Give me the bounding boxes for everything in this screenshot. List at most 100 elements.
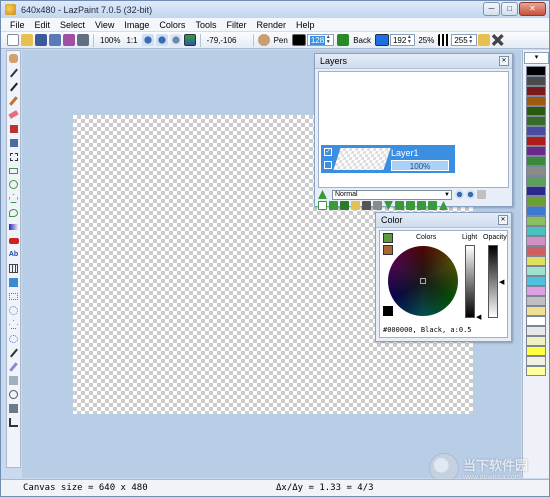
- color-swap-icon[interactable]: [383, 245, 393, 255]
- lightness-pointer-icon[interactable]: ◀: [476, 313, 481, 321]
- layer-list[interactable]: ✓ Layer1 100%: [318, 71, 509, 188]
- import-image-icon[interactable]: [63, 34, 75, 46]
- palette-swatch[interactable]: [526, 296, 546, 306]
- palette-swatch[interactable]: [526, 196, 546, 206]
- menu-colors[interactable]: Colors: [154, 20, 190, 30]
- palette-swatch[interactable]: [526, 336, 546, 346]
- back-alpha-spinner[interactable]: 192 ▲ ▼: [389, 34, 416, 46]
- menu-tools[interactable]: Tools: [190, 20, 221, 30]
- import-layer-icon[interactable]: [351, 201, 360, 210]
- layer-visibility-checkbox[interactable]: ✓: [324, 148, 332, 156]
- current-color-swatch[interactable]: [383, 306, 393, 316]
- menu-image[interactable]: Image: [119, 20, 154, 30]
- layer-rotate-icon[interactable]: [417, 201, 426, 210]
- color-wheel[interactable]: [388, 246, 458, 316]
- duplicate-layer-icon[interactable]: [329, 201, 338, 210]
- palette-swatch[interactable]: [526, 176, 546, 186]
- rotate-selection-icon[interactable]: [7, 388, 20, 401]
- hand-tool-icon[interactable]: [257, 34, 270, 46]
- pen-icon[interactable]: [7, 80, 20, 93]
- palette-swatch[interactable]: [526, 276, 546, 286]
- magic-wand-icon[interactable]: [7, 346, 20, 359]
- pen-alpha-spinner[interactable]: 128 ▲ ▼: [306, 34, 335, 46]
- deformation-grid-icon[interactable]: [7, 262, 20, 275]
- palette-swatch[interactable]: [526, 116, 546, 126]
- spinner-arrows-icon[interactable]: ▲ ▼: [406, 35, 412, 45]
- pattern-icon[interactable]: [438, 34, 451, 46]
- export-icon[interactable]: [77, 34, 89, 46]
- palette-swatch[interactable]: [526, 356, 546, 366]
- palette-swatch[interactable]: [526, 316, 546, 326]
- zoom-in-icon[interactable]: [141, 34, 154, 46]
- hand-icon[interactable]: [7, 52, 20, 65]
- menu-filter[interactable]: Filter: [221, 20, 251, 30]
- layer-opacity-bar[interactable]: 100%: [391, 160, 449, 171]
- menu-help[interactable]: Help: [291, 20, 320, 30]
- layer-resize-icon[interactable]: [428, 201, 437, 210]
- close-button[interactable]: ✕: [519, 2, 546, 16]
- zoom-out-icon[interactable]: [155, 34, 168, 46]
- merge-layer-icon[interactable]: [340, 201, 349, 210]
- flip-vertical-icon[interactable]: [406, 201, 415, 210]
- palette-swatch[interactable]: [526, 266, 546, 276]
- opacity-slider[interactable]: [488, 245, 498, 318]
- minimize-button[interactable]: ─: [483, 2, 500, 16]
- palette-swatch[interactable]: [526, 206, 546, 216]
- trash-icon[interactable]: [477, 190, 486, 199]
- palette-swatch[interactable]: [526, 136, 546, 146]
- new-layer-icon[interactable]: [318, 201, 327, 210]
- layer-zoom-in-icon[interactable]: [466, 190, 475, 199]
- select-spline-icon[interactable]: [7, 332, 20, 345]
- palette-swatch[interactable]: [526, 306, 546, 316]
- opacity-pointer-icon[interactable]: ◀: [499, 278, 504, 286]
- spinner-arrows-icon[interactable]: ▲ ▼: [468, 35, 474, 45]
- palette-swatch[interactable]: [526, 286, 546, 296]
- menu-select[interactable]: Select: [55, 20, 90, 30]
- save-as-icon[interactable]: [49, 34, 61, 46]
- maximize-button[interactable]: □: [501, 2, 518, 16]
- deselect-icon[interactable]: [7, 402, 20, 415]
- layer-zoom-out-icon[interactable]: [455, 190, 464, 199]
- color-close-icon[interactable]: ✕: [498, 215, 508, 225]
- save-icon[interactable]: [35, 34, 47, 46]
- swap-colors-icon[interactable]: [337, 34, 350, 46]
- opacity-spinner[interactable]: 255 ▲ ▼: [451, 34, 477, 46]
- blend-triangle-icon[interactable]: [318, 190, 327, 199]
- layers-close-icon[interactable]: ✕: [499, 56, 509, 66]
- polygon-icon[interactable]: [7, 192, 20, 205]
- brush-icon[interactable]: [7, 94, 20, 107]
- palette-swatch[interactable]: [526, 226, 546, 236]
- select-pen-icon[interactable]: [7, 150, 20, 163]
- color-wheel-cursor[interactable]: [420, 278, 426, 284]
- clone-icon[interactable]: [7, 136, 20, 149]
- palette-swatch[interactable]: [526, 186, 546, 196]
- palette-swatch[interactable]: [526, 166, 546, 176]
- move-up-icon[interactable]: [439, 201, 448, 210]
- select-pen-tool-icon[interactable]: [7, 360, 20, 373]
- grid-icon[interactable]: [183, 34, 196, 46]
- palette-swatch[interactable]: [526, 246, 546, 256]
- color-palette-icon[interactable]: [383, 233, 393, 243]
- palette-swatch[interactable]: [526, 96, 546, 106]
- palette-swatch[interactable]: [526, 146, 546, 156]
- layer-settings-icon[interactable]: [362, 201, 371, 210]
- rectangle-icon[interactable]: [7, 164, 20, 177]
- load-texture-icon[interactable]: [477, 34, 490, 46]
- eraser-icon[interactable]: [7, 108, 20, 121]
- palette-swatch[interactable]: [526, 366, 546, 376]
- palette-menu-button[interactable]: ▾: [524, 52, 549, 64]
- flip-horizontal-icon[interactable]: [395, 201, 404, 210]
- pen-color-swatch[interactable]: [291, 34, 306, 46]
- zoom-ratio-button[interactable]: 1:1: [123, 36, 140, 45]
- text-icon[interactable]: Ab: [7, 248, 20, 261]
- back-color-swatch[interactable]: [374, 34, 389, 46]
- layer-item[interactable]: ✓ Layer1 100%: [321, 145, 455, 173]
- spline-icon[interactable]: [7, 206, 20, 219]
- paint-bucket-icon[interactable]: [7, 122, 20, 135]
- open-folder-icon[interactable]: [21, 34, 33, 46]
- lightness-slider[interactable]: [465, 245, 475, 318]
- palette-swatch[interactable]: [526, 156, 546, 166]
- menu-file[interactable]: File: [5, 20, 30, 30]
- zoom-fit-icon[interactable]: [169, 34, 182, 46]
- spinner-arrows-icon[interactable]: ▲ ▼: [325, 35, 331, 45]
